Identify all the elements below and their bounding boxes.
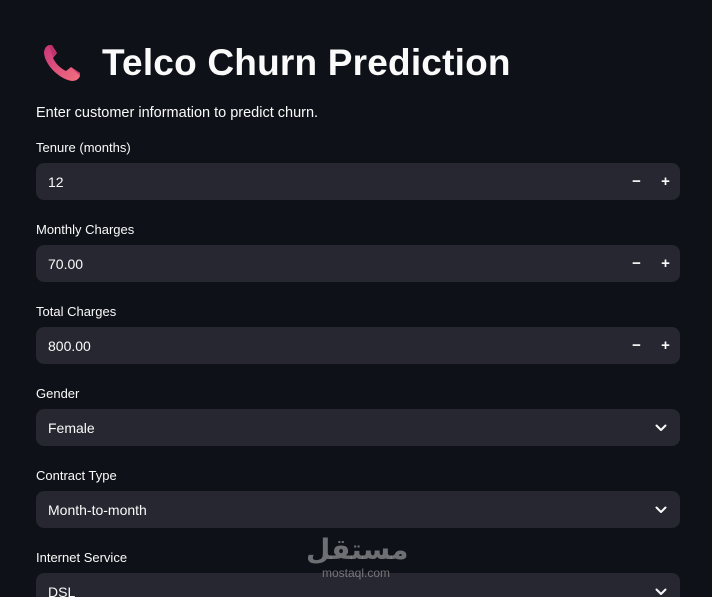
intro-text: Enter customer information to predict ch… bbox=[36, 105, 319, 121]
chevron-down-icon[interactable] bbox=[642, 491, 680, 528]
tenure-decrement-button[interactable]: − bbox=[622, 163, 651, 200]
watermark-latin-text: mostaql.com bbox=[321, 566, 391, 580]
watermark: مستقل mostaql.com bbox=[306, 533, 409, 581]
tenure-number-input[interactable]: 12 − + bbox=[36, 163, 680, 200]
internet-service-selected-value[interactable]: DSL bbox=[48, 584, 642, 597]
tenure-label: Tenure (months) bbox=[36, 140, 131, 155]
telephone-receiver-icon bbox=[40, 41, 84, 85]
field-total-charges: Total Charges 800.00 − + bbox=[36, 303, 680, 364]
field-gender: Gender Female bbox=[36, 385, 680, 446]
monthly-charges-value[interactable]: 70.00 bbox=[48, 256, 622, 272]
app-page: Telco Churn Prediction Enter customer in… bbox=[0, 0, 712, 597]
contract-type-selected-value[interactable]: Month-to-month bbox=[48, 502, 642, 518]
field-monthly-charges: Monthly Charges 70.00 − + bbox=[36, 221, 680, 282]
watermark-arabic-text: مستقل bbox=[306, 533, 409, 566]
gender-selected-value[interactable]: Female bbox=[48, 420, 642, 436]
contract-type-label: Contract Type bbox=[36, 468, 117, 483]
gender-select[interactable]: Female bbox=[36, 409, 680, 446]
monthly-charges-decrement-button[interactable]: − bbox=[622, 245, 651, 282]
total-charges-value[interactable]: 800.00 bbox=[48, 338, 622, 354]
tenure-increment-button[interactable]: + bbox=[651, 163, 680, 200]
total-charges-number-input[interactable]: 800.00 − + bbox=[36, 327, 680, 364]
chevron-down-icon[interactable] bbox=[642, 409, 680, 446]
total-charges-label: Total Charges bbox=[36, 304, 117, 319]
monthly-charges-increment-button[interactable]: + bbox=[651, 245, 680, 282]
total-charges-increment-button[interactable]: + bbox=[651, 327, 680, 364]
tenure-value[interactable]: 12 bbox=[48, 174, 622, 190]
gender-label: Gender bbox=[36, 386, 80, 401]
chevron-down-icon[interactable] bbox=[642, 573, 680, 597]
monthly-charges-label: Monthly Charges bbox=[36, 222, 135, 237]
field-tenure: Tenure (months) 12 − + bbox=[36, 139, 680, 200]
main-content: Telco Churn Prediction Enter customer in… bbox=[36, 0, 680, 597]
page-header: Telco Churn Prediction bbox=[36, 37, 680, 89]
contract-type-select[interactable]: Month-to-month bbox=[36, 491, 680, 528]
page-title: Telco Churn Prediction bbox=[102, 42, 511, 83]
field-contract-type: Contract Type Month-to-month bbox=[36, 467, 680, 528]
total-charges-decrement-button[interactable]: − bbox=[622, 327, 651, 364]
monthly-charges-number-input[interactable]: 70.00 − + bbox=[36, 245, 680, 282]
